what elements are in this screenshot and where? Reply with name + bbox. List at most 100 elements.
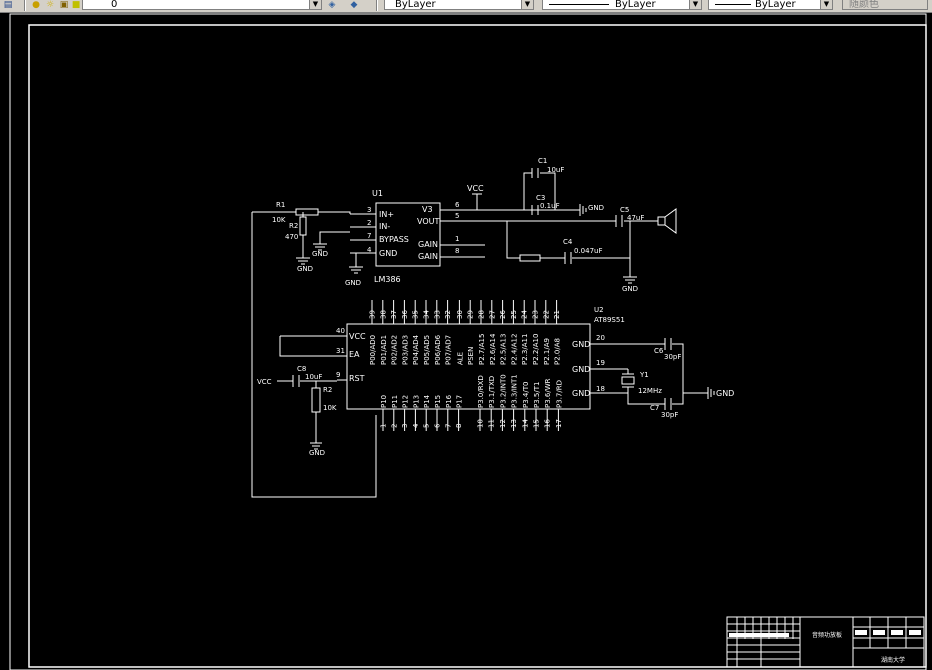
gnd-label: GND [312,250,328,258]
lineweight-combo-value: ByLayer [755,0,796,10]
u2-pin-label: VCC [349,332,366,341]
u1-pin-number: 2 [367,219,371,227]
u2-pin-number: 37 [390,310,398,319]
u1-pin-number: 8 [455,247,459,255]
c5-capacitor [615,215,623,227]
u2-pin-number: 24 [521,310,529,319]
u1-pin-label: GND [379,249,397,258]
u2-pin-number: 3 [401,424,409,428]
u1-right-pin-stubs [440,209,500,258]
u1-pin-number: 7 [367,232,371,240]
u1-pin-label: IN+ [379,210,394,219]
chevron-down-icon[interactable]: ▼ [820,0,832,9]
layer-combo[interactable]: 0 ▼ [82,0,322,10]
color-square-icon[interactable]: ■ [70,0,82,10]
title-block-fill [873,630,885,635]
r2-value: 470 [285,233,298,241]
u2-pin-label: P05/AD5 [423,335,431,365]
color-combo[interactable]: ByLayer ▼ [384,0,534,10]
c8-ref: C8 [297,365,306,373]
u1-pin-number: 1 [455,235,459,243]
u2-pin-number: 5 [423,424,431,428]
u2-pin-number: 13 [510,419,518,428]
layer-combo-value: 0 [111,0,118,10]
gnd-label: GND [588,204,604,212]
u2-pin-label: P16 [445,394,453,408]
speaker-symbol [657,208,677,234]
u2-pin-number: 8 [455,424,463,428]
title-block-left-grid [727,617,854,667]
c3-value: 0.1uF [540,202,560,210]
gnd-label: GND [622,285,638,293]
vcc-pin6-wire [472,193,482,210]
title-block-drawing-name: 音频功放板 [812,631,842,639]
r1-to-pin3-wire [318,211,351,214]
u2-pin-label: P15 [434,395,442,408]
u2-pin-label: P06/AD6 [434,334,442,365]
u2-pin-label: GND [572,389,590,398]
c5-value: 47uF [627,214,644,222]
u2-pin-number: 2 [390,424,398,428]
u2-pin-number: 26 [499,310,507,319]
chevron-down-icon[interactable]: ▼ [689,0,701,9]
u1-pin-label: VOUT [417,217,439,226]
u2-pin-number: 14 [521,419,529,428]
u2-pin-label: P2.2/A10 [532,334,540,365]
u2-pin-number: 9 [336,371,340,379]
match-layer-icon[interactable]: ◈ [326,0,338,10]
drawing-canvas[interactable]: U1 LM386 IN+ IN- BYPASS GND 3 2 7 4 V3 V… [0,12,932,670]
title-block-fill [729,633,789,637]
u1-pin-number: 6 [455,201,460,209]
u2-pin-number: 25 [510,310,518,319]
linetype-combo[interactable]: ByLayer ▼ [542,0,702,10]
title-block: 音频功放板 湖南大学 [726,616,925,668]
u2-pin-number: 31 [336,347,345,355]
u1-left-pin-stubs [350,213,376,254]
toolbar-separator [24,0,26,11]
chevron-down-icon[interactable]: ▼ [309,0,321,9]
u2-pin-number: 11 [488,419,496,428]
lineweight-combo[interactable]: ByLayer ▼ [708,0,833,10]
plotstyle-combo-value: 随颜色 [849,0,879,10]
u1-pin-label: IN- [379,222,390,231]
u2-pin-number: 34 [423,310,431,319]
vcc-ea-wire [279,335,337,357]
u2-pin-number: 6 [434,423,442,428]
u2-pin-label: P3.3/INT1 [511,374,519,408]
r1-ref: R1 [276,201,285,209]
outer-frame [9,13,927,670]
sun-icon[interactable]: ☼ [44,0,56,10]
u2-pin-label: P17 [456,395,464,408]
pin4-gnd [349,252,363,274]
c6-capacitor [664,338,672,350]
chevron-down-icon[interactable]: ▼ [521,0,533,9]
u1-pin-label: BYPASS [379,235,409,244]
u2-pin-number: 29 [467,310,475,319]
c4-value: 0.047uF [574,247,603,255]
previous-layer-icon[interactable]: ◆ [348,0,360,10]
u2-pin-number: 40 [336,327,345,335]
u2-pin-number: 30 [456,310,464,319]
vcc-label: VCC [257,378,272,386]
bulb-icon[interactable]: ● [30,0,42,10]
layer-manager-icon[interactable]: ▤ [2,0,14,10]
c1-ref: C1 [538,157,547,165]
u2-pin-number: 20 [596,334,605,342]
c8-value: 10uF [305,373,322,381]
u2-pin-label: P2.1/A9 [543,338,551,365]
u2-pin-label: P3.2/INT0 [499,374,507,408]
y1-crystal [621,376,635,385]
lock-icon[interactable]: ▣ [58,0,70,10]
title-block-fill [909,630,921,635]
u2-pin-number: 15 [533,419,541,428]
u2-pin-label: GND [572,365,590,374]
plotstyle-combo[interactable]: 随颜色 [842,0,928,10]
u2-pin-number: 36 [401,310,409,319]
gnd-symbol [296,257,310,265]
u2-pin-number: 16 [544,419,552,428]
c7-value: 30pF [661,411,678,419]
c1-capacitor [531,168,539,178]
u2-pin-label: EA [349,350,360,359]
u2-pin-number: 17 [555,419,563,428]
u1-pin-label: GAIN [418,240,438,249]
